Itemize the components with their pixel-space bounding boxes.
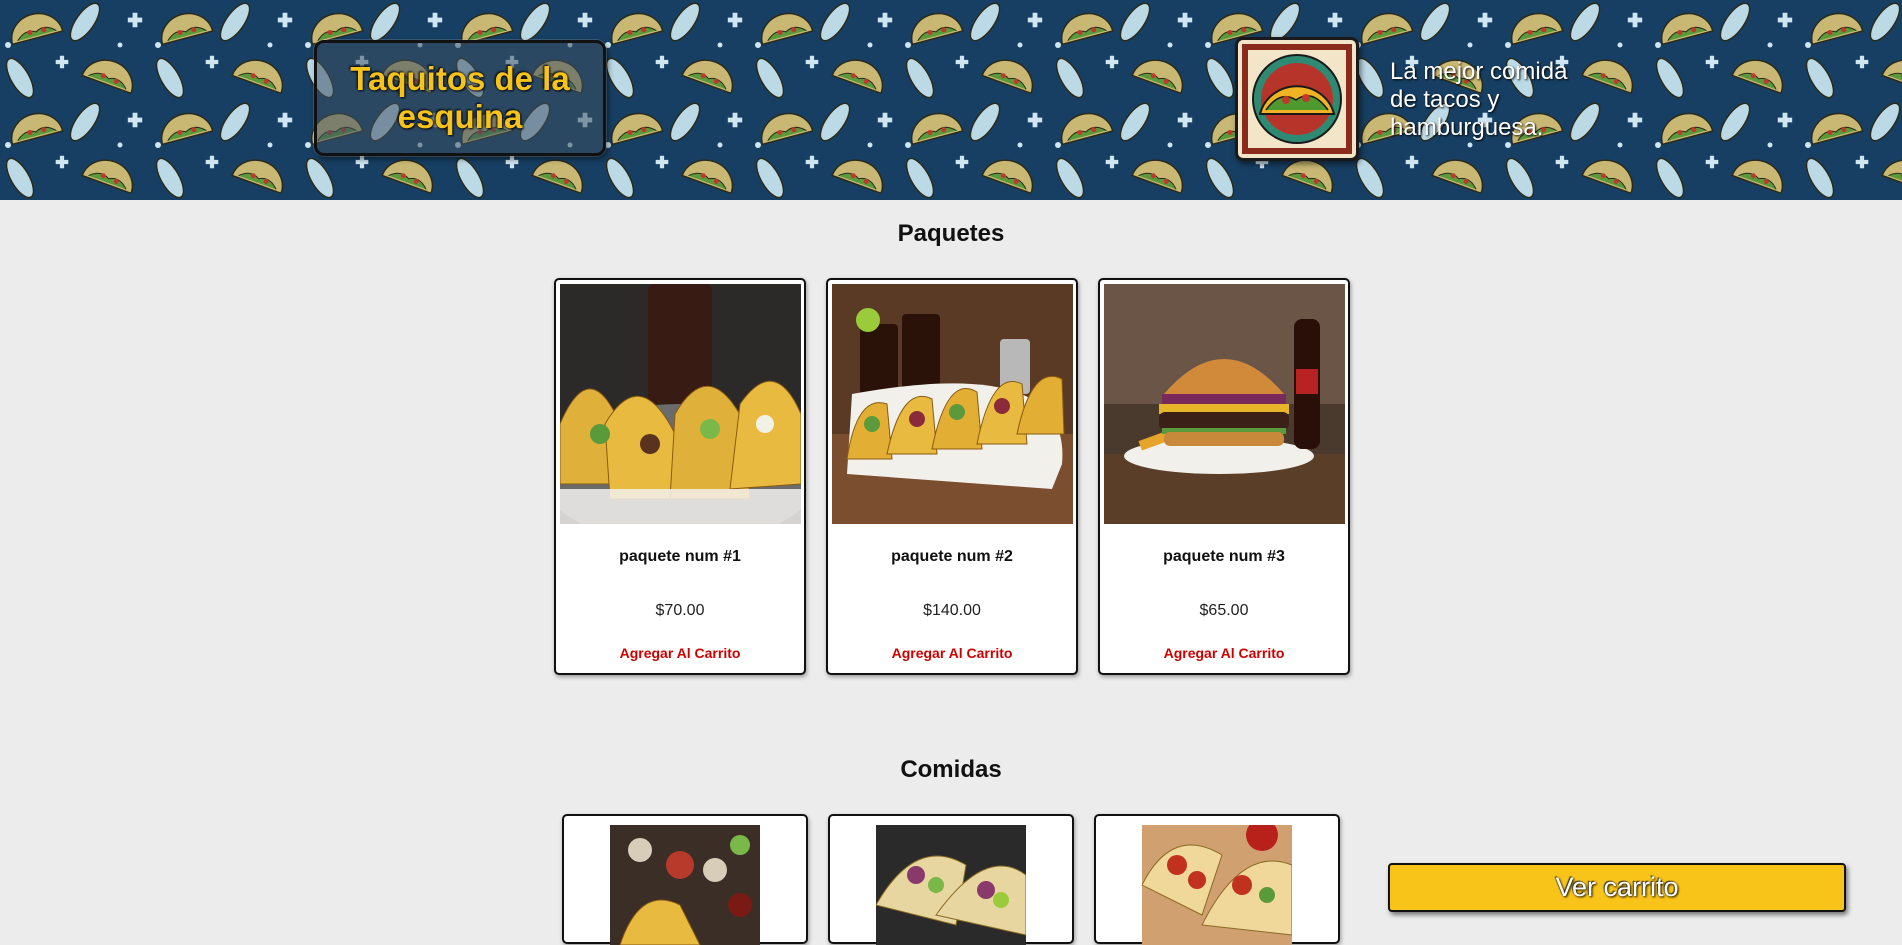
product-card: paquete num #2 $140.00 Agregar Al Carrit… — [826, 278, 1078, 675]
product-card: paquete num #1 $70.00 Agregar Al Carrito — [554, 278, 806, 675]
tacos-and-soda-photo — [560, 284, 801, 524]
product-name: paquete num #3 — [1163, 548, 1285, 565]
add-to-cart-button[interactable]: Agregar Al Carrito — [888, 643, 1017, 663]
product-card — [828, 814, 1074, 945]
product-price: $65.00 — [1199, 602, 1249, 619]
taco-pattern-background — [0, 0, 1902, 200]
tacos-with-avocado-photo — [876, 825, 1026, 945]
add-to-cart-button[interactable]: Agregar Al Carrito — [616, 643, 745, 663]
brand-box: Taquitos de la esquina — [314, 40, 606, 156]
add-to-cart-button[interactable]: Agregar Al Carrito — [1160, 643, 1289, 663]
taco-logo — [1235, 37, 1359, 161]
burger-and-cola-photo — [1104, 284, 1345, 524]
view-cart-button[interactable]: Ver carrito — [1388, 863, 1846, 912]
product-name: paquete num #2 — [891, 548, 1013, 565]
tacos-and-drinks-photo — [832, 284, 1073, 524]
product-card: paquete num #3 $65.00 Agregar Al Carrito — [1098, 278, 1350, 675]
tacos-with-salsas-photo — [610, 825, 760, 945]
brand-title: Taquitos de la esquina — [350, 60, 570, 135]
tagline: La mejor comida de tacos y hamburguesa. — [1390, 58, 1568, 141]
product-price: $70.00 — [655, 602, 705, 619]
header-banner: Taquitos de la esquina La mejor comida d… — [0, 0, 1902, 200]
product-price: $140.00 — [923, 602, 981, 619]
section-title-paquetes: Paquetes — [897, 220, 1005, 247]
product-card — [1094, 814, 1340, 945]
red-tacos-photo — [1142, 825, 1292, 945]
product-name: paquete num #1 — [619, 548, 741, 565]
product-card — [562, 814, 808, 945]
section-title-comidas: Comidas — [900, 756, 1002, 783]
